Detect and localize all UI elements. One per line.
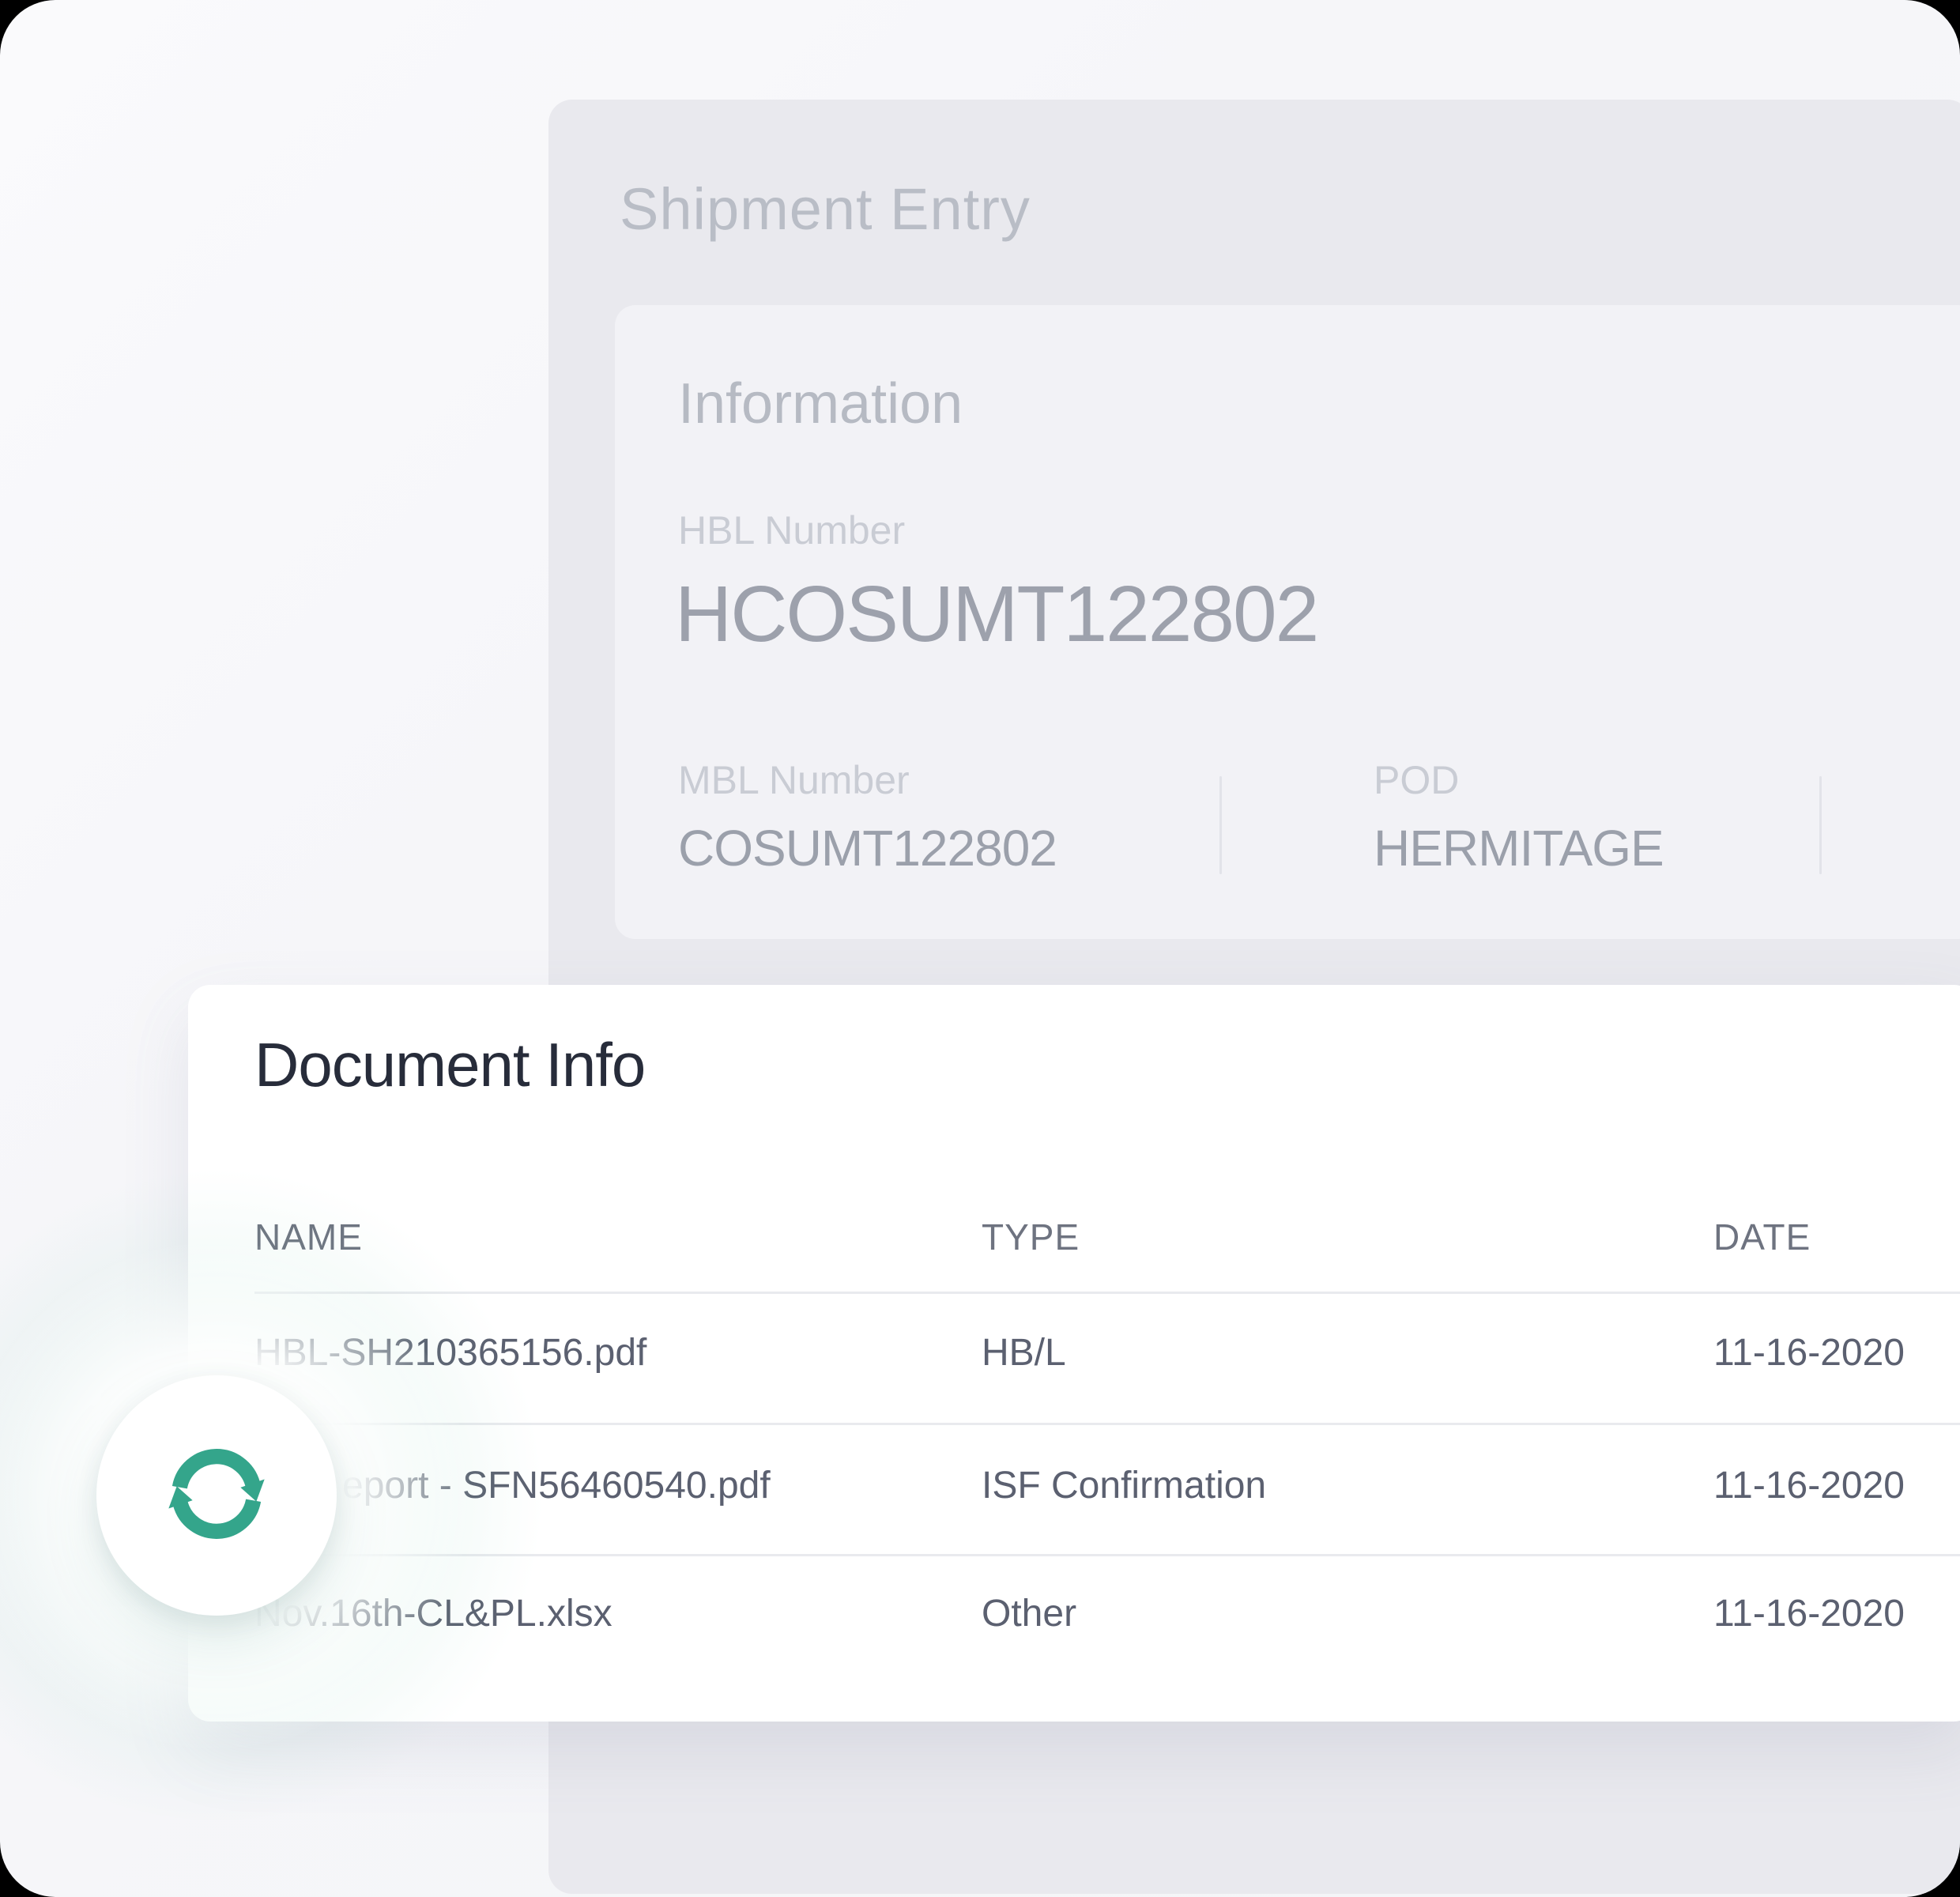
table-header-type: TYPE (982, 1216, 1080, 1258)
hbl-number-label: HBL Number (678, 507, 905, 553)
hbl-number-value: HCOSUMT122802 (675, 569, 1317, 660)
mbl-number-value: COSUMT122802 (678, 819, 1057, 877)
page-title: Shipment Entry (620, 175, 1031, 243)
page: Shipment Entry Information HBL Number HC… (0, 0, 1960, 1897)
document-name: HBL-SH210365156.pdf (254, 1331, 646, 1375)
document-name: eport - SFN56460540.pdf (342, 1464, 771, 1507)
table-row-divider (254, 1554, 1960, 1556)
table-header-date: DATE (1713, 1216, 1811, 1258)
document-type: Other (982, 1592, 1076, 1635)
information-card: Information HBL Number HCOSUMT122802 MBL… (615, 305, 1960, 939)
table-header-divider (254, 1292, 1960, 1294)
document-name: Nov.16th-CL&PL.xlsx (254, 1592, 612, 1635)
document-date: 11-16-2020 (1713, 1464, 1905, 1507)
document-info-title: Document Info (254, 1029, 645, 1101)
document-date: 11-16-2020 (1713, 1592, 1905, 1635)
refresh-badge[interactable] (96, 1375, 337, 1616)
information-card-title: Information (678, 371, 963, 436)
table-header-name: NAME (254, 1216, 363, 1258)
pod-label: POD (1374, 757, 1459, 803)
mbl-number-label: MBL Number (678, 757, 910, 803)
pod-value: HERMITAGE (1374, 819, 1664, 877)
field-divider (1819, 776, 1822, 874)
document-date: 11-16-2020 (1713, 1331, 1905, 1375)
document-info-card: Document Info NAME TYPE DATE HBL-SH21036… (188, 985, 1960, 1722)
table-row-divider (254, 1423, 1960, 1425)
document-type: HB/L (982, 1331, 1066, 1375)
document-type: ISF Confirmation (982, 1464, 1266, 1507)
field-divider (1219, 776, 1222, 874)
refresh-sync-icon (158, 1435, 275, 1556)
